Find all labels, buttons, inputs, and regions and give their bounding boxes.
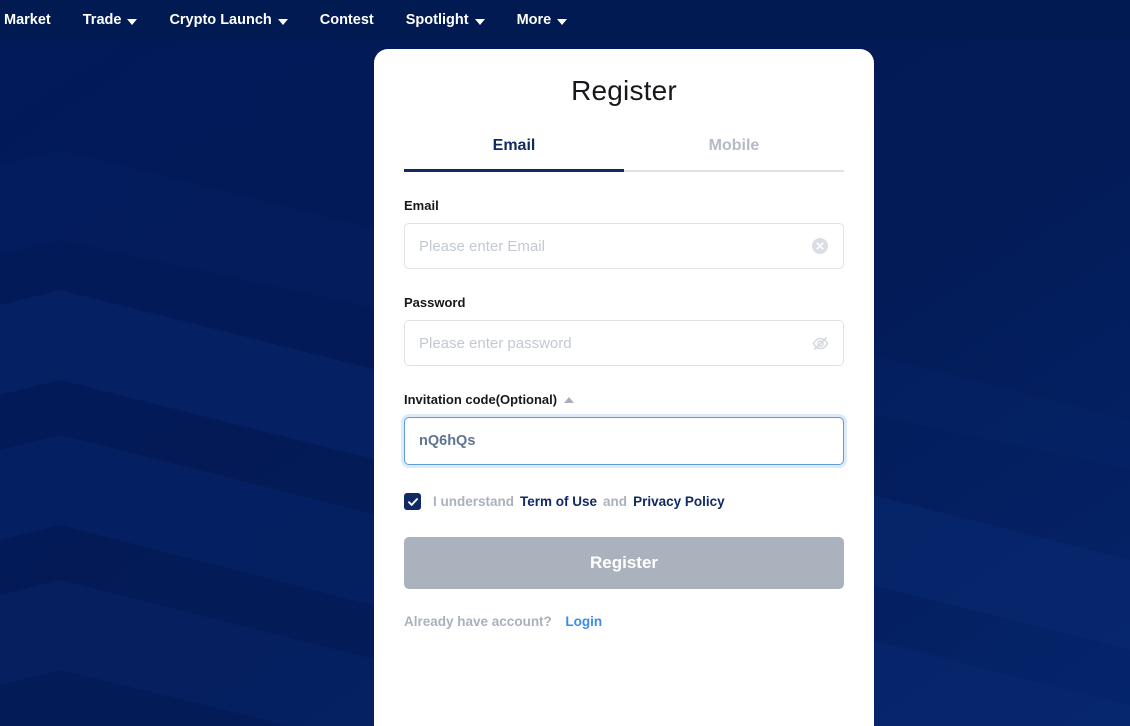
nav-item-label: Trade (82, 12, 122, 28)
privacy-policy-link[interactable]: Privacy Policy (633, 494, 725, 509)
tab-email-label: Email (492, 137, 536, 154)
caret-up-icon[interactable] (564, 396, 575, 403)
terms-prefix-label: I understand (433, 494, 515, 509)
auth-method-tabs: Email Mobile (404, 137, 844, 172)
top-navigation-bar: Market Trade Crypto Launch Contest Spotl… (0, 0, 1130, 41)
invitation-code-label-text: Invitation code(Optional) (404, 392, 558, 407)
register-card: Register Email Mobile Email Please enter… (374, 49, 874, 726)
terms-checkbox[interactable] (404, 493, 421, 510)
tab-mobile[interactable]: Mobile (624, 137, 844, 172)
nav-item-market[interactable]: Market (0, 0, 67, 41)
nav-item-label: Market (4, 12, 51, 28)
nav-item-crypto-launch[interactable]: Crypto Launch (153, 0, 303, 41)
check-icon (407, 497, 418, 506)
nav-item-trade[interactable]: Trade (67, 0, 154, 41)
email-input-placeholder: Please enter Email (419, 237, 545, 255)
chevron-down-icon (127, 18, 138, 25)
nav-item-label: Crypto Launch (169, 12, 272, 28)
clear-circle-icon[interactable] (810, 236, 830, 256)
tab-email[interactable]: Email (404, 137, 624, 172)
nav-item-more[interactable]: More (501, 0, 584, 41)
invitation-code-input[interactable]: nQ6hQs (404, 417, 844, 465)
invitation-code-value: nQ6hQs (419, 433, 476, 449)
email-field-group: Email Please enter Email (404, 198, 844, 269)
terms-conjunction-label: and (603, 494, 628, 509)
register-submit-label: Register (589, 553, 659, 572)
nav-item-label: More (516, 12, 552, 28)
login-prompt-row: Already have account? Login (404, 614, 844, 629)
login-link[interactable]: Login (565, 614, 602, 629)
terms-agreement-row: I understand Term of Use and Privacy Pol… (404, 493, 844, 510)
eye-slash-icon[interactable] (810, 333, 830, 353)
nav-item-label: Spotlight (405, 12, 469, 28)
term-of-use-link[interactable]: Term of Use (520, 494, 597, 509)
page-title: Register (571, 75, 677, 106)
invitation-code-field-group: Invitation code(Optional) nQ6hQs (404, 392, 844, 465)
nav-item-spotlight[interactable]: Spotlight (390, 0, 501, 41)
tab-mobile-label: Mobile (708, 137, 760, 154)
nav-item-label: Contest (319, 12, 374, 28)
nav-item-contest[interactable]: Contest (304, 0, 390, 41)
email-field-label: Email (404, 198, 439, 213)
chevron-down-icon (557, 18, 568, 25)
password-input-placeholder: Please enter password (419, 334, 572, 352)
email-input[interactable]: Please enter Email (404, 223, 844, 269)
login-prompt-text: Already have account? (404, 614, 552, 629)
invitation-code-field-label: Invitation code(Optional) (404, 392, 844, 407)
password-input[interactable]: Please enter password (404, 320, 844, 366)
password-field-group: Password Please enter password (404, 295, 844, 366)
chevron-down-icon (277, 18, 288, 25)
register-submit-button[interactable]: Register (404, 537, 844, 589)
password-field-label: Password (404, 295, 466, 310)
chevron-down-icon (474, 18, 485, 25)
